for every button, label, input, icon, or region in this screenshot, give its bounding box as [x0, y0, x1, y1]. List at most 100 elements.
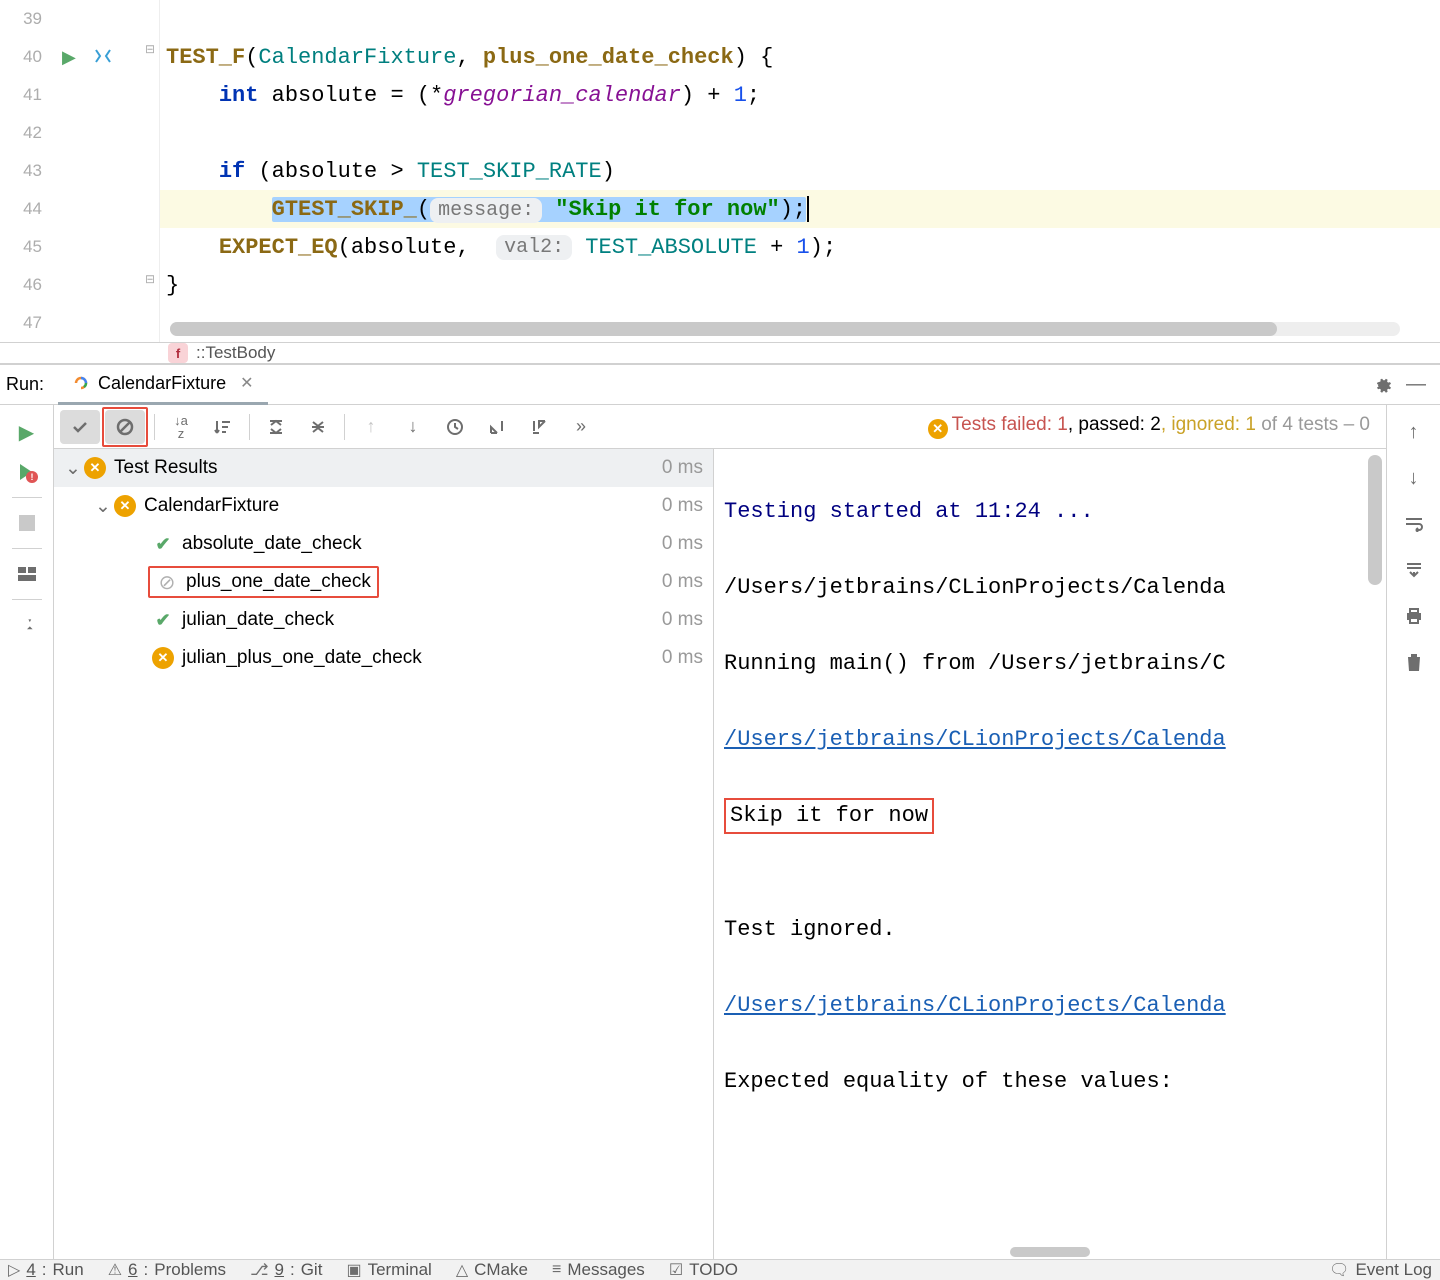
- stop-button[interactable]: [8, 504, 46, 542]
- collapse-all-button[interactable]: [298, 410, 338, 444]
- skip-icon: ⊘: [156, 571, 178, 593]
- test-filter-toolbar: ↓a z ↑ ↓ » ✕Tests failed: 1, passed: 2, …: [54, 405, 1386, 449]
- sort-duration-button[interactable]: [203, 410, 243, 444]
- chevron-down-icon[interactable]: ⌄: [92, 495, 114, 518]
- statusbar-messages[interactable]: ≡Messages: [552, 1260, 645, 1280]
- tree-root[interactable]: ⌄ ✕ Test Results 0 ms: [54, 449, 713, 487]
- chevron-down-icon[interactable]: ⌄: [62, 457, 84, 480]
- fold-end-icon[interactable]: ⊟: [145, 272, 155, 286]
- statusbar-run[interactable]: ▷4: Run: [8, 1260, 84, 1280]
- up-button[interactable]: ↑: [1395, 413, 1433, 451]
- horizontal-scrollbar[interactable]: [170, 322, 1400, 336]
- vertical-scrollbar[interactable]: [1368, 455, 1382, 675]
- export-tests-button[interactable]: [519, 410, 559, 444]
- function-badge-icon: f: [168, 343, 188, 363]
- print-button[interactable]: [1395, 597, 1433, 635]
- statusbar-problems[interactable]: ⚠6: Problems: [108, 1260, 226, 1280]
- horizontal-scrollbar[interactable]: [1010, 1247, 1090, 1257]
- fold-start-icon[interactable]: ⊟: [145, 42, 155, 56]
- scroll-to-end-button[interactable]: [1395, 551, 1433, 589]
- code-editor[interactable]: 39 40 ▶ ⊟ 41 42 43 44 45 46 ⊟ 47 TEST_F(C…: [0, 0, 1440, 342]
- run-tab-bar: Run: CalendarFixture ✕ —: [0, 365, 1440, 405]
- diff-gutter-icon[interactable]: [94, 47, 112, 68]
- test-console-output[interactable]: Testing started at 11:24 ... /Users/jetb…: [714, 449, 1386, 1259]
- expand-all-button[interactable]: [256, 410, 296, 444]
- prev-test-button[interactable]: ↑: [351, 410, 391, 444]
- highlight-box: [102, 407, 148, 447]
- file-link[interactable]: /Users/jetbrains/CLionProjects/Calenda: [724, 727, 1226, 752]
- clear-button[interactable]: [1395, 643, 1433, 681]
- messages-icon: ≡: [552, 1261, 561, 1279]
- fail-status-icon: ✕: [928, 419, 948, 439]
- run-test-gutter-icon[interactable]: ▶: [62, 47, 76, 68]
- line-number: 39: [8, 9, 42, 29]
- gear-icon[interactable]: [1372, 375, 1392, 395]
- breadcrumb[interactable]: f ::TestBody: [0, 342, 1440, 364]
- file-link[interactable]: /Users/jetbrains/CLionProjects/Calenda: [724, 993, 1226, 1018]
- tree-test[interactable]: ✔ julian_date_check 0 ms: [54, 601, 713, 639]
- statusbar-event-log[interactable]: 🗨Event Log: [1329, 1260, 1432, 1280]
- test-history-button[interactable]: [435, 410, 475, 444]
- highlight-box: Skip it for now: [724, 798, 934, 834]
- parameter-hint: val2:: [496, 235, 572, 260]
- editor-gutter: 39 40 ▶ ⊟ 41 42 43 44 45 46 ⊟ 47: [0, 0, 160, 342]
- sort-alpha-button[interactable]: ↓a z: [161, 410, 201, 444]
- tree-test[interactable]: ⊘ plus_one_date_check 0 ms: [54, 563, 713, 601]
- rerun-button[interactable]: ▶: [8, 413, 46, 451]
- fail-icon: ✕: [152, 647, 174, 669]
- tree-test[interactable]: ✔ absolute_date_check 0 ms: [54, 525, 713, 563]
- show-passed-toggle[interactable]: [60, 410, 100, 444]
- show-ignored-toggle[interactable]: [105, 410, 145, 444]
- next-test-button[interactable]: ↓: [393, 410, 433, 444]
- hide-panel-icon[interactable]: —: [1406, 373, 1426, 396]
- statusbar-git[interactable]: ⎇9: Git: [250, 1260, 322, 1280]
- close-tab-icon[interactable]: ✕: [240, 373, 253, 393]
- console-right-toolbar: ↑ ↓: [1386, 405, 1440, 1259]
- highlight-box: ⊘ plus_one_date_check: [148, 566, 379, 598]
- import-tests-button[interactable]: [477, 410, 517, 444]
- run-icon: ▷: [8, 1260, 20, 1280]
- statusbar-terminal[interactable]: ▣Terminal: [346, 1260, 431, 1280]
- warning-icon: ⚠: [108, 1260, 122, 1280]
- down-button[interactable]: ↓: [1395, 459, 1433, 497]
- run-window-title: Run:: [6, 374, 44, 395]
- line-number: 44: [8, 199, 42, 219]
- parameter-hint: message:: [430, 198, 542, 223]
- test-results-tree[interactable]: ⌄ ✕ Test Results 0 ms ⌄ ✕ CalendarFixtur…: [54, 449, 714, 1259]
- tree-suite[interactable]: ⌄ ✕ CalendarFixture 0 ms: [54, 487, 713, 525]
- statusbar-cmake[interactable]: △CMake: [456, 1260, 528, 1280]
- svg-text:!: !: [30, 472, 33, 482]
- fail-icon: ✕: [84, 457, 106, 479]
- cmake-icon: △: [456, 1260, 468, 1280]
- line-number: 43: [8, 161, 42, 181]
- layout-button[interactable]: [8, 555, 46, 593]
- tree-test[interactable]: ✕ julian_plus_one_date_check 0 ms: [54, 639, 713, 677]
- pin-button[interactable]: [8, 606, 46, 644]
- code-content[interactable]: TEST_F(CalendarFixture, plus_one_date_ch…: [160, 0, 1440, 342]
- line-number: 42: [8, 123, 42, 143]
- line-number: 45: [8, 237, 42, 257]
- line-number: 46: [8, 275, 42, 295]
- line-number: 40: [8, 47, 42, 67]
- run-tab-label: CalendarFixture: [98, 373, 226, 394]
- pass-icon: ✔: [152, 609, 174, 631]
- status-bar: ▷4: Run ⚠6: Problems ⎇9: Git ▣Terminal △…: [0, 1259, 1440, 1280]
- git-branch-icon: ⎇: [250, 1260, 268, 1280]
- run-left-toolbar: ▶ !: [0, 405, 54, 1259]
- test-status-summary: ✕Tests failed: 1, passed: 2, ignored: 1 …: [928, 414, 1370, 439]
- more-button[interactable]: »: [561, 410, 601, 444]
- soft-wrap-button[interactable]: [1395, 505, 1433, 543]
- fail-icon: ✕: [114, 495, 136, 517]
- event-log-icon: 🗨: [1329, 1260, 1349, 1280]
- run-config-tab[interactable]: CalendarFixture ✕: [58, 365, 267, 405]
- statusbar-todo[interactable]: ☑TODO: [669, 1260, 738, 1280]
- line-number: 47: [8, 313, 42, 333]
- rerun-failed-button[interactable]: !: [8, 453, 46, 491]
- line-number: 41: [8, 85, 42, 105]
- todo-icon: ☑: [669, 1260, 683, 1280]
- breadcrumb-text: ::TestBody: [196, 343, 275, 363]
- pass-icon: ✔: [152, 533, 174, 555]
- terminal-icon: ▣: [346, 1260, 361, 1280]
- text-caret: [807, 196, 809, 222]
- gtest-icon: [72, 374, 90, 392]
